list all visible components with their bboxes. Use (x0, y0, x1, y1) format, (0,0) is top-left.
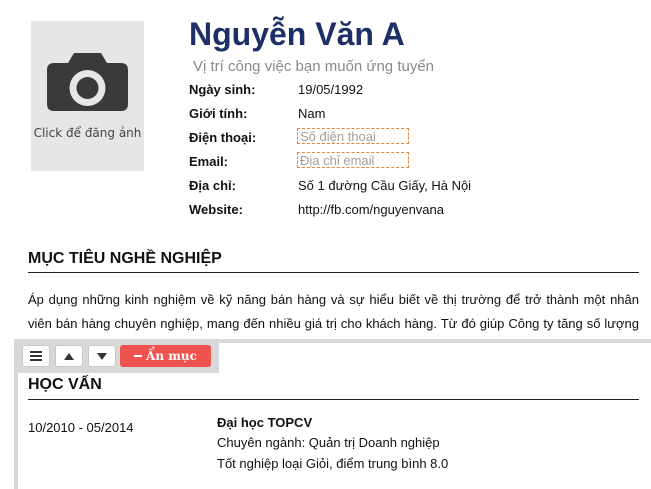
gender-value[interactable]: Nam (298, 106, 325, 121)
arrow-down-icon (97, 352, 107, 360)
address-value[interactable]: Số 1 đường Cầu Giấy, Hà Nội (298, 178, 471, 193)
address-label: Địa chỉ: (189, 178, 236, 193)
email-label: Email: (189, 154, 229, 169)
phone-label: Điện thoại: (189, 130, 257, 145)
objective-divider (28, 272, 639, 273)
education-major[interactable]: Chuyên ngành: Quản trị Doanh nghiệp (217, 435, 440, 450)
minus-icon (134, 355, 143, 357)
avatar-upload[interactable]: Click để đăng ảnh (31, 21, 144, 171)
candidate-name[interactable]: Nguyễn Văn A (189, 16, 405, 53)
education-result[interactable]: Tốt nghiệp loại Giỏi, điểm trung bình 8.… (217, 456, 448, 471)
education-time[interactable]: 10/2010 - 05/2014 (28, 420, 134, 435)
email-input[interactable] (297, 152, 409, 168)
avatar-upload-label: Click để đăng ảnh (33, 126, 142, 140)
education-title: HỌC VẤN (28, 376, 102, 393)
move-up-button[interactable] (55, 345, 83, 367)
education-divider (28, 399, 639, 400)
phone-input[interactable] (297, 128, 409, 144)
position-input[interactable]: Vị trí công việc bạn muốn ứng tuyển (193, 58, 434, 75)
camera-icon (47, 53, 128, 111)
hide-section-button[interactable]: Ẩn mục (120, 345, 211, 367)
gender-label: Giới tính: (189, 106, 248, 121)
birth-value[interactable]: 19/05/1992 (298, 82, 363, 97)
menu-icon (30, 351, 42, 361)
birth-label: Ngày sinh: (189, 82, 256, 97)
objective-title: MỤC TIÊU NGHỀ NGHIỆP (28, 250, 222, 267)
hide-section-label: Ẩn mục (146, 349, 197, 363)
arrow-up-icon (64, 352, 74, 360)
education-school[interactable]: Đại học TOPCV (217, 415, 312, 430)
drag-menu-button[interactable] (22, 345, 50, 367)
website-value[interactable]: http://fb.com/nguyenvana (298, 202, 444, 217)
website-label: Website: (189, 202, 243, 217)
move-down-button[interactable] (88, 345, 116, 367)
